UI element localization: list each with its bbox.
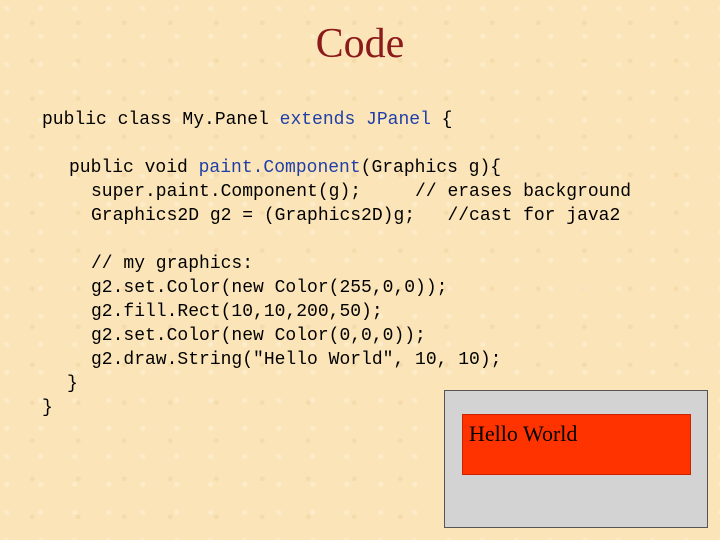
code-line-method-close: }: [67, 374, 78, 394]
code-line-cast: Graphics2D g2 = (Graphics2D)g; //cast fo…: [91, 206, 621, 226]
code-line-class-declaration: public class My.Panel extends JPanel {: [42, 108, 452, 132]
demo-output-panel: Hello World: [444, 390, 708, 528]
slide-title: Code: [315, 21, 405, 67]
code-line-set-color-black: g2.set.Color(new Color(0,0,0));: [91, 326, 426, 346]
code-line-class-close: }: [42, 398, 53, 418]
code-line-draw-string: g2.draw.String("Hello World", 10, 10);: [91, 350, 502, 370]
code-line-set-color-red: g2.set.Color(new Color(255,0,0));: [91, 278, 448, 298]
code-token-class-prefix: public class My.Panel: [42, 110, 280, 130]
code-line-method-declaration: public void paint.Component(Graphics g){: [69, 156, 501, 180]
code-line-super-call: super.paint.Component(g); // erases back…: [91, 182, 632, 202]
code-token-method-name: paint.Component: [198, 158, 361, 178]
code-token-extends: extends JPanel: [279, 110, 431, 130]
demo-hello-world-text: Hello World: [469, 421, 578, 446]
code-token-method-params: (Graphics g){: [360, 158, 502, 178]
code-line-fill-rect: g2.fill.Rect(10,10,200,50);: [91, 302, 383, 322]
code-line-comment: // my graphics:: [91, 254, 254, 274]
code-token-open-brace: {: [430, 110, 453, 130]
code-token-method-prefix: public void: [69, 158, 199, 178]
